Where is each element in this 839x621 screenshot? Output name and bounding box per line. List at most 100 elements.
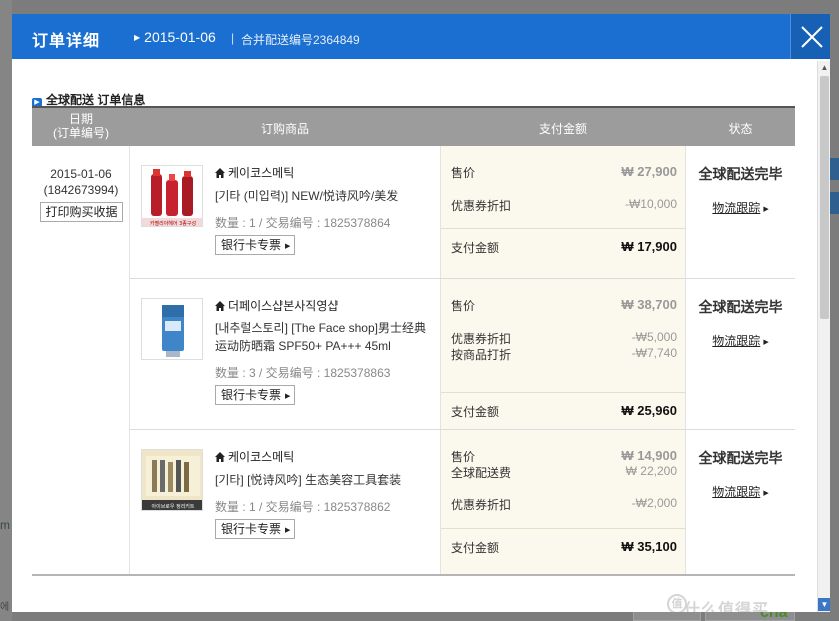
modal-header: 订单详细 ▶ 2015-01-06 | 合并配送编号2364849 [12, 14, 830, 59]
thumbnail-caption: 아이브로우 정리키트 [152, 503, 195, 510]
coupon-value: -₩5,000 [631, 330, 677, 344]
status-cell: 全球配送完毕 物流跟踪 ▶ [686, 430, 795, 576]
caret-right-icon: ▶ [134, 33, 141, 42]
goods-cell: 더페이스샵본사직영샵 [내추럴스토리] [The Face shop]男士经典运… [130, 279, 440, 429]
product-thumbnail[interactable]: 아이브로우 정리키트 [141, 449, 203, 511]
tracking-link[interactable]: 物流跟踪 ▶ [686, 332, 795, 349]
price-value: ₩ 27,900 [621, 164, 677, 179]
bank-invoice-button[interactable]: 银行卡专票 ▶ [215, 519, 295, 539]
shop-name[interactable]: 케이코스메틱 [215, 164, 294, 181]
table-row: 카멜리아헤어 3종구성 케이코스메틱 [기타 (미입력)] NEW/悦诗风吟/美… [130, 146, 795, 279]
table-row: 아이브로우 정리키트 케이코스메틱 [기타] [悦诗风吟] 生态美容工具套装 数… [130, 430, 795, 576]
caret-right-icon: ▶ [285, 527, 291, 534]
close-icon [801, 26, 823, 48]
shipping-value: ₩ 22,200 [625, 464, 677, 478]
caret-right-icon: ▶ [763, 490, 769, 497]
bank-invoice-label: 银行卡专票 [221, 522, 282, 536]
thumbnail-caption: 카멜리아헤어 3종구성 [150, 220, 196, 227]
background-text: 에 [0, 602, 10, 613]
total-value: ₩ 25,960 [621, 403, 677, 418]
scrollbar[interactable]: ▲ ▼ [817, 61, 830, 612]
product-thumbnail[interactable] [141, 298, 203, 360]
product-thumbnail[interactable]: 카멜리아헤어 3종구성 [141, 165, 203, 227]
product-meta: 数量 : 3 / 交易编号 : 1825378863 [215, 366, 391, 380]
watermark-text: 什么值得买 [684, 602, 770, 612]
product-meta: 数量 : 1 / 交易编号 : 1825378862 [215, 500, 391, 514]
price-label: 售价 [451, 166, 476, 180]
home-icon [215, 168, 225, 178]
header-separator: | [231, 31, 235, 45]
product-image [142, 299, 202, 359]
order-date-cell: 2015-01-06 (1842673994) 打印购买收据 [32, 146, 130, 576]
status-cell: 全球配送完毕 物流跟踪 ▶ [686, 279, 795, 429]
close-button[interactable] [790, 14, 830, 59]
print-receipt-button[interactable]: 打印购买收据 [40, 202, 123, 222]
background-tab [830, 158, 839, 180]
delivery-status: 全球配送完毕 [698, 299, 783, 315]
caret-right-icon: ▶ [763, 339, 769, 346]
scroll-thumb[interactable] [820, 76, 829, 319]
order-date-value: 2015-01-06 [50, 167, 112, 181]
modal-title: 订单详细 [32, 33, 101, 50]
payment-cell: 售价 ₩ 38,700 优惠券折扣 -₩5,000 按商品打折 -₩7,740 … [440, 279, 686, 429]
coupon-label: 优惠券折扣 [451, 498, 512, 512]
column-header-date-line2: (订单编号) [53, 126, 109, 140]
price-label: 售价 [451, 450, 476, 464]
scroll-up-arrow-icon[interactable]: ▲ [818, 61, 830, 74]
total-label: 支付金额 [451, 405, 500, 419]
caret-right-icon: ▶ [285, 393, 291, 400]
coupon-label: 优惠券折扣 [451, 199, 512, 213]
order-detail-modal: 订单详细 ▶ 2015-01-06 | 合并配送编号2364849 ▲ ▼ ▶ 全球… [12, 14, 830, 612]
header-date: ▶ 2015-01-06 [134, 29, 216, 45]
shop-name[interactable]: 케이코스메틱 [215, 448, 294, 465]
goods-cell: 카멜리아헤어 3종구성 케이코스메틱 [기타 (미입력)] NEW/悦诗风吟/美… [130, 146, 440, 278]
table-header: 日期 (订单编号) 订购商品 支付金额 状态 [32, 108, 795, 146]
price-value: ₩ 14,900 [621, 448, 677, 463]
order-date: 2015-01-06 (1842673994) [32, 166, 130, 198]
product-name[interactable]: [기타] [悦诗风吟] 生态美容工具套装 [215, 471, 430, 489]
divider [441, 528, 686, 529]
discount-value: -₩7,740 [631, 346, 677, 360]
caret-right-icon: ▶ [763, 206, 769, 213]
tracking-link[interactable]: 物流跟踪 ▶ [686, 483, 795, 500]
bank-invoice-button[interactable]: 银行卡专票 ▶ [215, 385, 295, 405]
total-value: ₩ 17,900 [621, 239, 677, 254]
bank-invoice-button[interactable]: 银行卡专票 ▶ [215, 235, 295, 255]
tracking-link-text: 物流跟踪 [712, 201, 761, 215]
background-text: m [0, 518, 10, 532]
shop-name-text: 케이코스메틱 [228, 166, 295, 180]
order-number: (1842673994) [43, 183, 119, 197]
tracking-link[interactable]: 物流跟踪 ▶ [686, 199, 795, 216]
product-name[interactable]: [기타 (미입력)] NEW/悦诗风吟/美发 [215, 187, 430, 205]
divider [441, 228, 686, 229]
product-meta: 数量 : 1 / 交易编号 : 1825378864 [215, 216, 391, 230]
total-label: 支付金额 [451, 541, 500, 555]
price-label: 售价 [451, 299, 476, 313]
section-title-text: 全球配送 订单信息 [46, 93, 146, 107]
total-label: 支付金额 [451, 241, 500, 255]
header-date-text: 2015-01-06 [144, 29, 216, 45]
shop-name[interactable]: 더페이스샵본사직영샵 [215, 297, 338, 314]
column-header-date-line1: 日期 [68, 112, 93, 126]
tracking-link-text: 物流跟踪 [712, 485, 761, 499]
caret-right-icon: ▶ [285, 243, 291, 250]
background-tab [830, 192, 839, 214]
home-icon [215, 301, 225, 311]
shipping-label: 全球配送费 [451, 466, 512, 480]
bank-invoice-label: 银行卡专票 [221, 238, 282, 252]
merge-delivery-number: 合并配送编号2364849 [241, 33, 360, 47]
scroll-down-arrow-icon[interactable]: ▼ [818, 598, 830, 611]
discount-label: 按商品打折 [451, 348, 512, 362]
column-header-date: 日期 (订单编号) [32, 112, 130, 150]
delivery-status: 全球配送完毕 [698, 166, 783, 182]
status-cell: 全球配送完毕 物流跟踪 ▶ [686, 146, 795, 278]
coupon-label: 优惠券折扣 [451, 332, 512, 346]
shop-name-text: 케이코스메틱 [228, 450, 295, 464]
delivery-status: 全球配送完毕 [698, 450, 783, 466]
table-bottom-border [32, 574, 795, 576]
product-name[interactable]: [내추럴스토리] [The Face shop]男士经典运动防晒霜 SPF50+… [215, 319, 430, 355]
product-image: 아이브로우 정리키트 [142, 450, 202, 510]
total-value: ₩ 35,100 [621, 539, 677, 554]
divider [441, 392, 686, 393]
bank-invoice-label: 银行卡专票 [221, 388, 282, 402]
